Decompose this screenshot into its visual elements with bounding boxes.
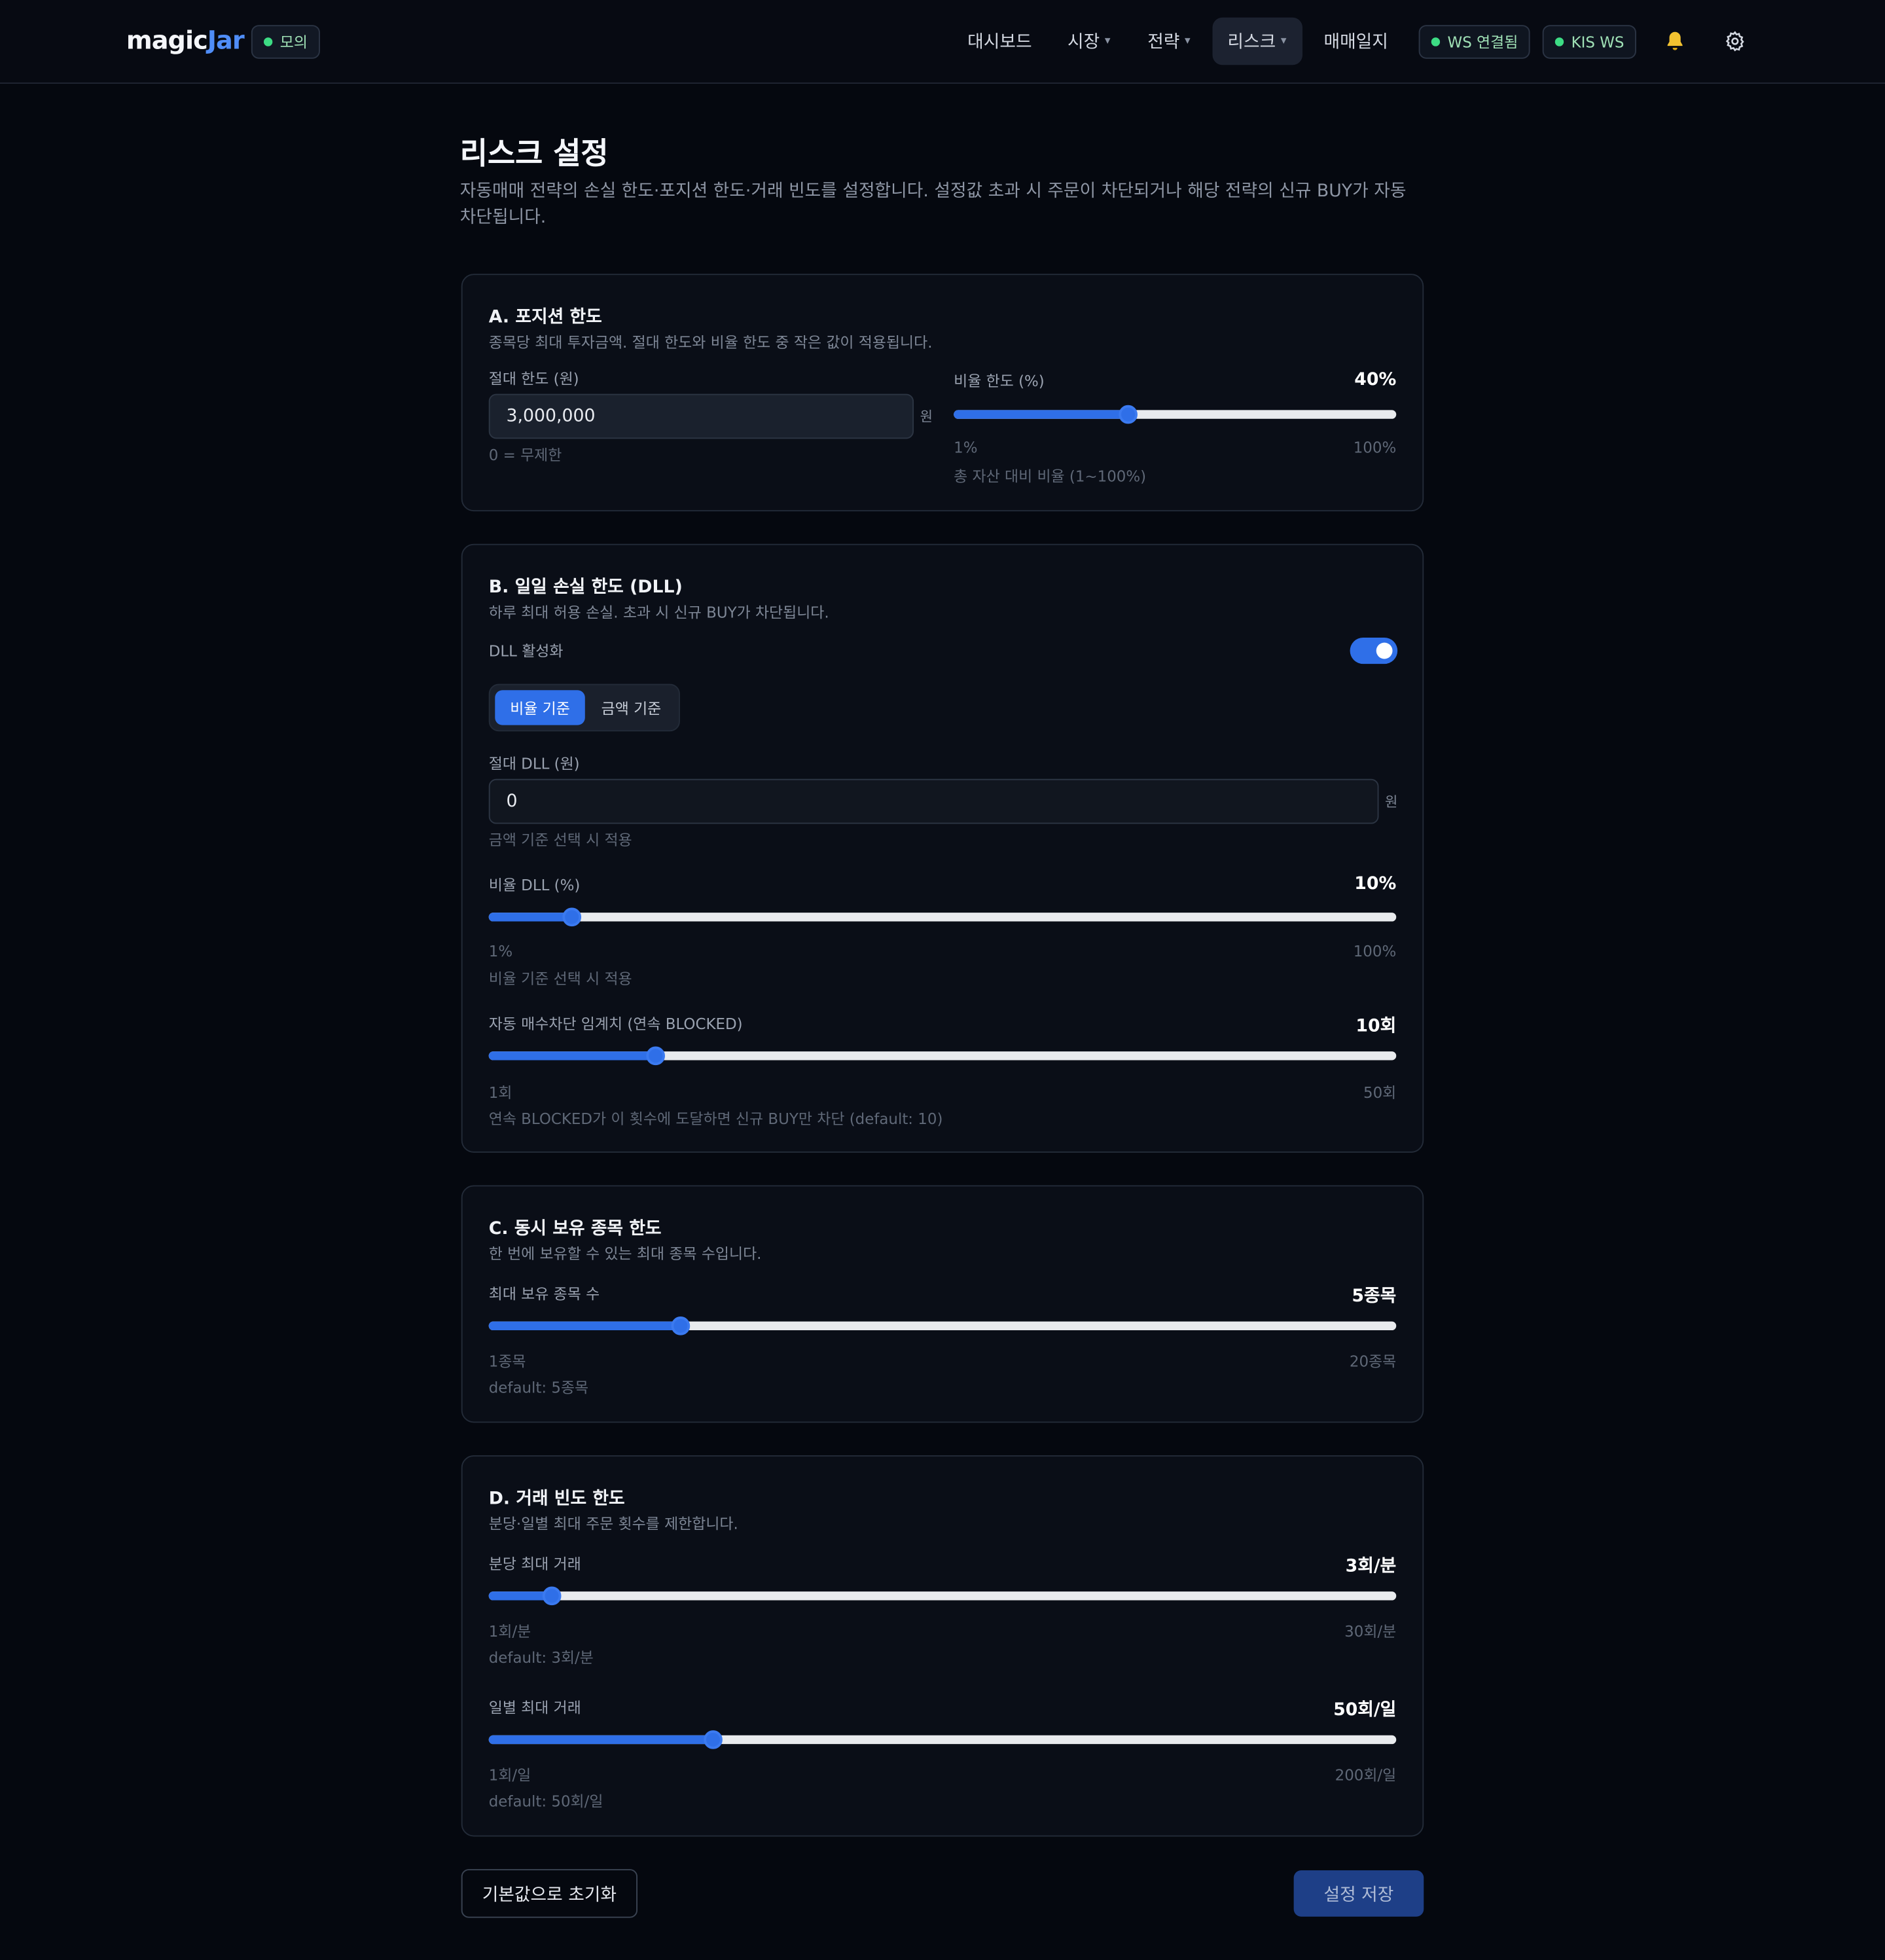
ws-status-badge: WS 연결됨: [1418, 25, 1531, 59]
card-subtitle: 분당·일별 최대 주문 횟수를 제한합니다.: [488, 1515, 738, 1533]
kis-ws-status-badge: KIS WS: [1542, 25, 1637, 59]
slider-thumb[interactable]: [647, 1046, 666, 1066]
risk-settings-page: magicJar 모의 대시보드 시장 ▾ 전략 ▾ 리스크 ▾ 매매일지 WS 연결…: [0, 0, 1885, 1960]
slider-max-label: 30회/분: [1344, 1622, 1397, 1641]
slider-max-label: 50회: [1363, 1083, 1397, 1102]
chevron-down-icon: ▾: [1280, 35, 1287, 48]
abs-limit-hint: 0 = 무제한: [488, 446, 562, 464]
slider-min-label: 1%: [954, 439, 978, 457]
nav-risk[interactable]: 리스크 ▾: [1212, 17, 1303, 65]
chevron-down-icon: ▾: [1185, 35, 1191, 48]
mode-amount-button[interactable]: 금액 기준: [590, 690, 672, 725]
card-title: C. 동시 보유 종목 한도: [488, 1219, 662, 1239]
block-threshold-value: 10회: [1355, 1016, 1397, 1037]
slider-thumb[interactable]: [703, 1730, 723, 1749]
per-day-slider[interactable]: [488, 1730, 1397, 1749]
abs-limit-label: 절대 한도 (원): [488, 370, 579, 388]
max-holdings-label: 최대 보유 종목 수: [488, 1285, 600, 1303]
abs-dll-label: 절대 DLL (원): [488, 755, 580, 773]
card-subtitle: 한 번에 보유할 수 있는 최대 종목 수입니다.: [488, 1245, 762, 1263]
card-title: D. 거래 빈도 한도: [488, 1489, 625, 1510]
slider-fill: [488, 1051, 656, 1061]
abs-dll-unit: 원: [1385, 793, 1398, 810]
ratio-dll-hint: 비율 기준 선택 시 적용: [488, 970, 632, 988]
ratio-dll-label: 비율 DLL (%): [488, 876, 581, 894]
per-minute-value: 3회/분: [1345, 1556, 1397, 1577]
toggle-knob: [1376, 642, 1393, 659]
ratio-limit-label: 비율 한도 (%): [954, 372, 1045, 390]
block-threshold-hint: 연속 BLOCKED가 이 횟수에 도달하면 신규 BUY만 차단 (defau…: [488, 1110, 943, 1128]
slider-min-label: 1회/일: [488, 1766, 531, 1785]
slider-max-label: 100%: [1353, 439, 1397, 457]
slider-thumb[interactable]: [671, 1316, 690, 1335]
ratio-limit-slider[interactable]: [954, 405, 1397, 424]
top-navigation-bar: magicJar 모의 대시보드 시장 ▾ 전략 ▾ 리스크 ▾ 매매일지 WS 연결…: [0, 0, 1885, 84]
ratio-limit-hint: 총 자산 대비 비율 (1~100%): [954, 467, 1147, 486]
abs-dll-hint: 금액 기준 선택 시 적용: [488, 831, 632, 849]
chevron-down-icon: ▾: [1104, 35, 1111, 48]
holdings-limit-card: C. 동시 보유 종목 한도 한 번에 보유할 수 있는 최대 종목 수입니다.…: [461, 1185, 1424, 1423]
slider-min-label: 1회: [488, 1083, 512, 1102]
status-dot-icon: [1431, 37, 1441, 46]
status-dot-icon: [263, 37, 273, 46]
mode-ratio-button[interactable]: 비율 기준: [495, 690, 585, 725]
slider-thumb[interactable]: [542, 1586, 562, 1606]
app-logo[interactable]: magicJar: [126, 25, 245, 55]
abs-limit-unit: 원: [920, 408, 933, 426]
slider-min-label: 1회/분: [488, 1622, 531, 1641]
ratio-limit-value: 40%: [1354, 370, 1397, 390]
card-title: A. 포지션 한도: [488, 307, 602, 328]
nav-trade-journal[interactable]: 매매일지: [1309, 18, 1403, 65]
save-settings-button[interactable]: 설정 저장: [1293, 1870, 1424, 1917]
slider-min-label: 1%: [488, 942, 513, 960]
trade-frequency-card: D. 거래 빈도 한도 분당·일별 최대 주문 횟수를 제한합니다. 분당 최대…: [461, 1455, 1424, 1837]
per-minute-label: 분당 최대 거래: [488, 1555, 581, 1573]
card-title: B. 일일 손실 한도 (DLL): [488, 577, 683, 598]
card-subtitle: 종목당 최대 투자금액. 절대 한도와 비율 한도 중 작은 값이 적용됩니다.: [488, 333, 933, 352]
per-day-label: 일별 최대 거래: [488, 1699, 581, 1717]
dll-enable-label: DLL 활성화: [488, 642, 564, 661]
max-holdings-hint: default: 5종목: [488, 1379, 589, 1397]
max-holdings-slider[interactable]: [488, 1316, 1397, 1335]
ratio-dll-value: 10%: [1354, 873, 1397, 894]
per-day-hint: default: 50회/일: [488, 1792, 603, 1811]
slider-max-label: 200회/일: [1335, 1766, 1397, 1785]
bell-icon[interactable]: [1661, 27, 1689, 55]
slider-max-label: 20종목: [1349, 1352, 1397, 1371]
dll-mode-selector: 비율 기준 금액 기준: [488, 683, 680, 732]
slider-fill: [488, 913, 571, 922]
max-holdings-value: 5종목: [1352, 1286, 1397, 1307]
per-minute-slider[interactable]: [488, 1586, 1397, 1606]
mode-badge: 모의: [251, 25, 321, 59]
slider-min-label: 1종목: [488, 1352, 526, 1371]
card-subtitle: 하루 최대 허용 손실. 초과 시 신규 BUY가 차단됩니다.: [488, 604, 829, 622]
gear-icon[interactable]: [1721, 27, 1749, 55]
page-title: 리스크 설정: [459, 136, 609, 172]
slider-thumb[interactable]: [562, 907, 582, 927]
abs-limit-input[interactable]: 3,000,000: [488, 393, 914, 439]
page-description: 자동매매 전략의 손실 한도·포지션 한도·거래 빈도를 설정합니다. 설정값 …: [459, 181, 1407, 228]
abs-dll-input[interactable]: 0: [488, 778, 1379, 824]
position-limit-card: A. 포지션 한도 종목당 최대 투자금액. 절대 한도와 비율 한도 중 작은…: [461, 274, 1424, 512]
block-threshold-slider[interactable]: [488, 1046, 1397, 1066]
nav-dashboard[interactable]: 대시보드: [951, 18, 1048, 65]
nav-market[interactable]: 시장 ▾: [1052, 18, 1125, 65]
ratio-dll-slider[interactable]: [488, 907, 1397, 927]
slider-fill: [488, 1735, 713, 1745]
nav-strategy[interactable]: 전략 ▾: [1132, 18, 1205, 65]
slider-fill: [488, 1321, 680, 1331]
reset-defaults-button[interactable]: 기본값으로 초기화: [461, 1869, 637, 1918]
slider-max-label: 100%: [1353, 942, 1397, 960]
daily-loss-limit-card: B. 일일 손실 한도 (DLL) 하루 최대 허용 손실. 초과 시 신규 B…: [461, 543, 1424, 1153]
block-threshold-label: 자동 매수차단 임계치 (연속 BLOCKED): [488, 1015, 743, 1033]
slider-fill: [954, 410, 1128, 419]
status-dot-icon: [1554, 37, 1564, 46]
per-minute-hint: default: 3회/분: [488, 1649, 594, 1667]
per-day-value: 50회/일: [1333, 1700, 1397, 1720]
dll-enable-toggle[interactable]: [1350, 637, 1398, 664]
slider-thumb[interactable]: [1119, 405, 1138, 424]
